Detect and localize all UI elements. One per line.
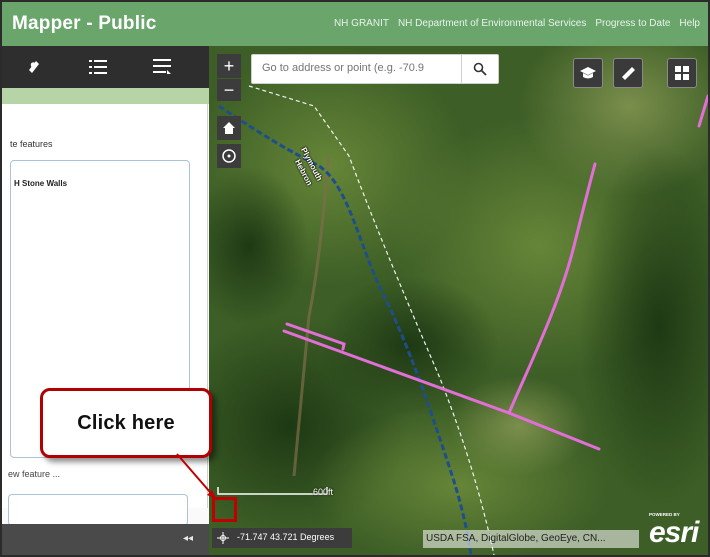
list-icon <box>89 60 107 74</box>
collapse-panel-icon[interactable]: ◂◂ <box>183 533 193 544</box>
header-bar: Mapper - Public NH GRANIT NH Department … <box>2 2 708 46</box>
home-icon <box>223 122 235 134</box>
search-input[interactable] <box>252 55 480 81</box>
ruler-icon <box>622 67 635 80</box>
measurement-tool-button[interactable] <box>573 58 603 88</box>
callout-text: Click here <box>77 411 175 434</box>
attribution-text: USDA FSA, DigitalGlobe, GeoEye, CN... <box>426 533 606 544</box>
map-attribution: USDA FSA, DigitalGlobe, GeoEye, CN... <box>423 530 639 548</box>
legend-icon <box>153 59 171 74</box>
aerial-imagery <box>209 46 708 555</box>
graduation-cap-icon <box>580 67 596 79</box>
measure-button[interactable] <box>613 58 643 88</box>
highlight-box <box>212 497 237 522</box>
panel-accent-bar <box>2 88 209 104</box>
search-icon <box>473 62 487 76</box>
edit-tool-button[interactable] <box>22 54 48 80</box>
new-feature-text: ew feature ... <box>8 469 61 479</box>
crosshair-icon <box>217 532 229 544</box>
esri-logo[interactable]: POWERED BY esri <box>649 512 707 549</box>
nav-link-nh-granit[interactable]: NH GRANIT <box>334 18 389 29</box>
layer-list-button[interactable] <box>85 54 111 80</box>
tool-toolbar <box>2 46 209 88</box>
legend-button[interactable] <box>149 54 175 80</box>
click-here-callout: Click here <box>40 388 212 458</box>
crosshair-icon <box>222 149 236 163</box>
app-window: Mapper - Public NH GRANIT NH Department … <box>0 0 710 557</box>
nav-link-progress[interactable]: Progress to Date <box>595 18 670 29</box>
nav-link-help[interactable]: Help <box>679 18 700 29</box>
pencil-marker-icon <box>29 61 39 73</box>
attribute-box[interactable] <box>8 494 188 526</box>
basemap-gallery-button[interactable] <box>667 58 697 88</box>
address-search <box>251 54 499 84</box>
locate-button[interactable] <box>217 144 241 168</box>
scale-label: 600ft <box>313 487 334 497</box>
top-nav: NH GRANIT NH Department of Environmental… <box>334 18 700 29</box>
app-title: Mapper - Public <box>12 13 157 34</box>
panel-footer: ◂◂ <box>2 524 209 555</box>
coordinate-readout: -71.747 43.721 Degrees <box>237 532 335 542</box>
zoom-out-button[interactable]: − <box>217 79 241 101</box>
coordinate-locator-button[interactable] <box>216 531 230 545</box>
left-panel: te features H Stone Walls ew feature ...… <box>2 46 209 555</box>
layer-name-stone-walls[interactable]: H Stone Walls <box>14 179 67 188</box>
nav-link-nh-des[interactable]: NH Department of Environmental Services <box>398 18 586 29</box>
esri-wordmark: esri <box>649 516 699 549</box>
home-button[interactable] <box>217 116 241 140</box>
select-features-text: te features <box>10 139 53 149</box>
grid-icon <box>675 66 689 80</box>
search-button[interactable] <box>461 55 498 83</box>
coordinate-widget: -71.747 43.721 Degrees <box>212 528 352 548</box>
map-view[interactable]: Plymouth Hebron + − Go to address or poi… <box>209 46 708 555</box>
zoom-in-button[interactable]: + <box>217 54 241 78</box>
